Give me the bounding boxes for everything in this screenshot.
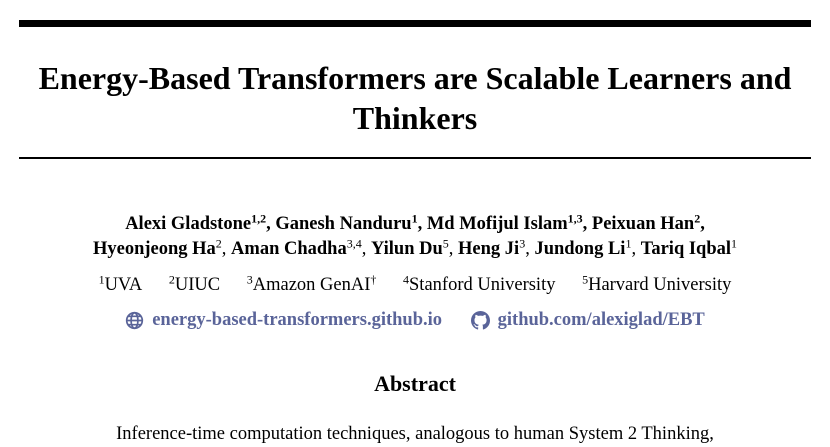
author-name: Hyeonjeong Ha [92, 239, 216, 259]
author-name: Ganesh Nanduru [275, 214, 412, 234]
author-affil-sup: 3,4 [346, 236, 362, 251]
project-links: energy-based-transformers.github.io gith… [0, 307, 830, 338]
author-separator: , [417, 214, 427, 234]
affiliation-uiuc: 2UIUC [168, 272, 221, 295]
author-name: Md Mofijul Islam [426, 214, 568, 234]
abstract-heading: Abstract [374, 371, 456, 396]
author-line-2: Hyeonjeong Ha2, Aman Chadha3,4, Yilun Du… [0, 237, 830, 262]
affiliation-uva: 1UVA [98, 272, 143, 295]
affiliation-stanford: 4Stanford University [403, 272, 556, 295]
affiliation-list: 1UVA 2UIUC 3Amazon GenAI† 4Stanford Univ… [0, 272, 830, 298]
title-line-2: Thinkers [352, 100, 478, 136]
abstract-text: Inference-time computation techniques, a… [116, 424, 714, 444]
author-name: Yilun Du [370, 239, 443, 259]
author-affil-sup: 1 [731, 236, 738, 251]
dagger-mark: † [370, 272, 377, 287]
author-separator: , [631, 239, 641, 259]
affiliation-harvard: 5Harvard University [582, 272, 732, 295]
author-name: Tariq Iqbal [640, 239, 732, 259]
paper-title: Energy-Based Transformers are Scalable L… [0, 58, 830, 138]
github-link-label: github.com/alexiglad/EBT [497, 310, 705, 330]
globe-icon [126, 311, 144, 329]
author-list: Alexi Gladstone1,2, Ganesh Nanduru 1, Md … [0, 212, 830, 262]
author-name: Jundong Li [534, 239, 626, 259]
author-separator: , [221, 239, 232, 259]
author-name: Aman Chadha [231, 239, 347, 259]
affiliation-amazon: 3Amazon GenAI† [246, 272, 377, 295]
author-name: Heng Ji [458, 239, 520, 259]
github-icon [470, 310, 490, 330]
author-separator: , [266, 214, 276, 234]
website-link[interactable]: energy-based-transformers.github.io [125, 307, 442, 333]
website-link-label: energy-based-transformers.github.io [152, 310, 443, 330]
author-affil-sup: 1,3 [567, 211, 583, 226]
top-rule [19, 20, 811, 27]
title-rule [19, 157, 811, 159]
author-separator: , [448, 239, 459, 259]
author-separator: , [361, 239, 371, 259]
author-name: Alexi Gladstone [125, 214, 252, 234]
github-link[interactable]: github.com/alexiglad/EBT [470, 307, 705, 333]
author-affil-sup: 1,2 [251, 211, 267, 226]
title-line-1: Energy-Based Transformers are Scalable L… [38, 60, 792, 96]
author-separator: , [582, 214, 592, 234]
author-name: Peixuan Han [591, 214, 695, 234]
author-separator: , [700, 214, 705, 234]
author-line-1: Alexi Gladstone1,2, Ganesh Nanduru1, Md … [0, 212, 830, 237]
